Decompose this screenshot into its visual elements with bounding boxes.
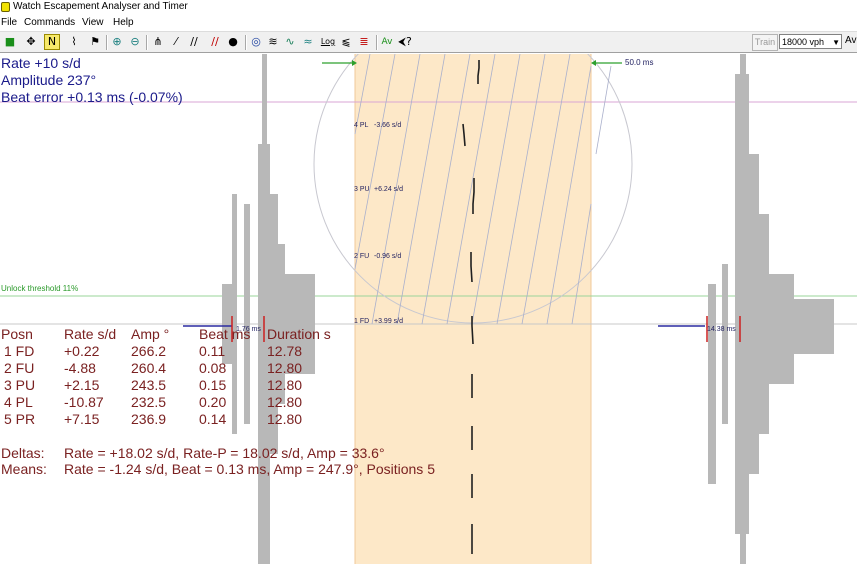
wave-trace-icon[interactable]: ∿ xyxy=(283,35,297,49)
select-icon[interactable]: N xyxy=(44,34,60,50)
trace-icon[interactable]: ⌇ xyxy=(67,35,81,49)
red-slash-icon[interactable]: ∕∕ xyxy=(208,35,222,49)
flag-icon[interactable]: ⚑ xyxy=(88,35,102,49)
double-slash-icon[interactable]: ∕∕ xyxy=(187,35,201,49)
amplitude-readout: Amplitude 237° xyxy=(1,72,97,88)
menu-commands[interactable]: Commands xyxy=(24,17,75,28)
means-label: Means: xyxy=(1,461,47,477)
trace-plot[interactable]: Rate +10 s/d Amplitude 237° Beat error +… xyxy=(0,54,857,564)
menu-help[interactable]: Help xyxy=(113,17,134,28)
green-box-icon[interactable]: ■ xyxy=(3,35,17,49)
table-cell: 5 PR xyxy=(4,411,36,427)
table-cell: 12.80 xyxy=(267,377,303,393)
average-icon[interactable]: Av xyxy=(380,35,394,49)
chevron-down-icon: ▼ xyxy=(832,38,840,47)
table-cell: +2.15 xyxy=(64,377,100,393)
means-value: Rate = -1.24 s/d, Beat = 0.13 ms, Amp = … xyxy=(64,461,435,477)
right-ms-label: 14.38 ms xyxy=(707,326,736,333)
table-cell: 0.08 xyxy=(199,360,227,376)
vph-select[interactable]: 18000 vph ▼ xyxy=(779,34,842,49)
table-header: Posn xyxy=(1,326,33,342)
move-icon[interactable]: ✥ xyxy=(24,35,38,49)
table-cell: 2 FU xyxy=(4,360,35,376)
vph-value: 18000 vph xyxy=(782,37,825,47)
table-cell: 4 PL xyxy=(4,394,33,410)
table-cell: 12.80 xyxy=(267,394,303,410)
waves-icon[interactable]: ≋ xyxy=(266,35,280,49)
log-icon[interactable]: Log xyxy=(319,35,337,49)
wave2-icon[interactable]: ≈ xyxy=(301,35,315,49)
deltas-value: Rate = +18.02 s/d, Rate-P = 18.02 s/d, A… xyxy=(64,445,385,461)
table-cell: -10.87 xyxy=(64,394,104,410)
drop-icon[interactable]: ● xyxy=(226,35,240,49)
window-ms-label: 50.0 ms xyxy=(625,58,654,67)
histogram-icon[interactable]: ⫹ xyxy=(339,35,353,49)
title-bar: Watch Escapement Analyser and Timer xyxy=(0,0,857,15)
chart-icon[interactable]: ≣ xyxy=(357,35,371,49)
position-rate: +3.99 s/d xyxy=(374,318,403,325)
position-rate: -3.66 s/d xyxy=(374,122,402,129)
globe-icon[interactable]: ◎ xyxy=(249,35,263,49)
app-icon xyxy=(1,2,10,12)
table-cell: 236.9 xyxy=(131,411,167,427)
table-cell: 0.20 xyxy=(199,394,227,410)
table-cell: 12.78 xyxy=(267,343,303,359)
window-title: Watch Escapement Analyser and Timer xyxy=(13,1,188,12)
menu-file[interactable]: File xyxy=(1,17,17,28)
menu-view[interactable]: View xyxy=(82,17,104,28)
table-cell: +0.22 xyxy=(64,343,100,359)
zoom-out-icon[interactable]: ⊖ xyxy=(128,35,142,49)
table-cell: 266.2 xyxy=(131,343,167,359)
position-rate: -0.96 s/d xyxy=(374,253,402,260)
table-cell: +7.15 xyxy=(64,411,100,427)
rate-readout: Rate +10 s/d xyxy=(1,55,81,71)
beat-error-readout: Beat error +0.13 ms (-0.07%) xyxy=(1,89,183,105)
table-header: Beat ms xyxy=(199,326,251,342)
table-cell: -4.88 xyxy=(64,360,96,376)
deltas-label: Deltas: xyxy=(1,445,45,461)
zoom-in-icon[interactable]: ⊕ xyxy=(110,35,124,49)
table-cell: 232.5 xyxy=(131,394,167,410)
toolbar: ■ ✥ N ⌇ ⚑ ⊕ ⊖ ⋔ ⁄ ∕∕ ∕∕ ● ◎ ≋ ∿ ≈ Log ⫹ … xyxy=(0,31,857,53)
table-cell: 3 PU xyxy=(4,377,36,393)
table-cell: 0.11 xyxy=(199,343,226,359)
trace-canvas xyxy=(0,54,857,564)
table-cell: 12.80 xyxy=(267,360,303,376)
av-label[interactable]: Av xyxy=(845,35,857,46)
marker-icon[interactable]: ⋔ xyxy=(151,35,165,49)
table-cell: 1 FD xyxy=(4,343,35,359)
train-button[interactable]: Train xyxy=(752,34,778,51)
position-label: 3 PU xyxy=(354,186,370,193)
table-cell: 12.80 xyxy=(267,411,303,427)
beat-window-band xyxy=(355,54,591,564)
table-header: Amp ° xyxy=(131,326,170,342)
position-label: 4 PL xyxy=(354,122,369,129)
menu-bar: File Commands View Help xyxy=(0,15,857,30)
table-cell: 243.5 xyxy=(131,377,167,393)
slash-icon[interactable]: ⁄ xyxy=(169,35,183,49)
position-label: 1 FD xyxy=(354,318,370,325)
table-cell: 0.14 xyxy=(199,411,227,427)
position-rate: +6.24 s/d xyxy=(374,186,403,193)
table-cell: 0.15 xyxy=(199,377,227,393)
help-pointer-icon[interactable]: ⮜? xyxy=(398,35,412,49)
table-cell: 260.4 xyxy=(131,360,167,376)
table-header: Duration s xyxy=(267,326,331,342)
table-header: Rate s/d xyxy=(64,326,117,342)
position-label: 2 FU xyxy=(354,253,370,260)
unlock-threshold-label: Unlock threshold 11% xyxy=(1,284,79,293)
